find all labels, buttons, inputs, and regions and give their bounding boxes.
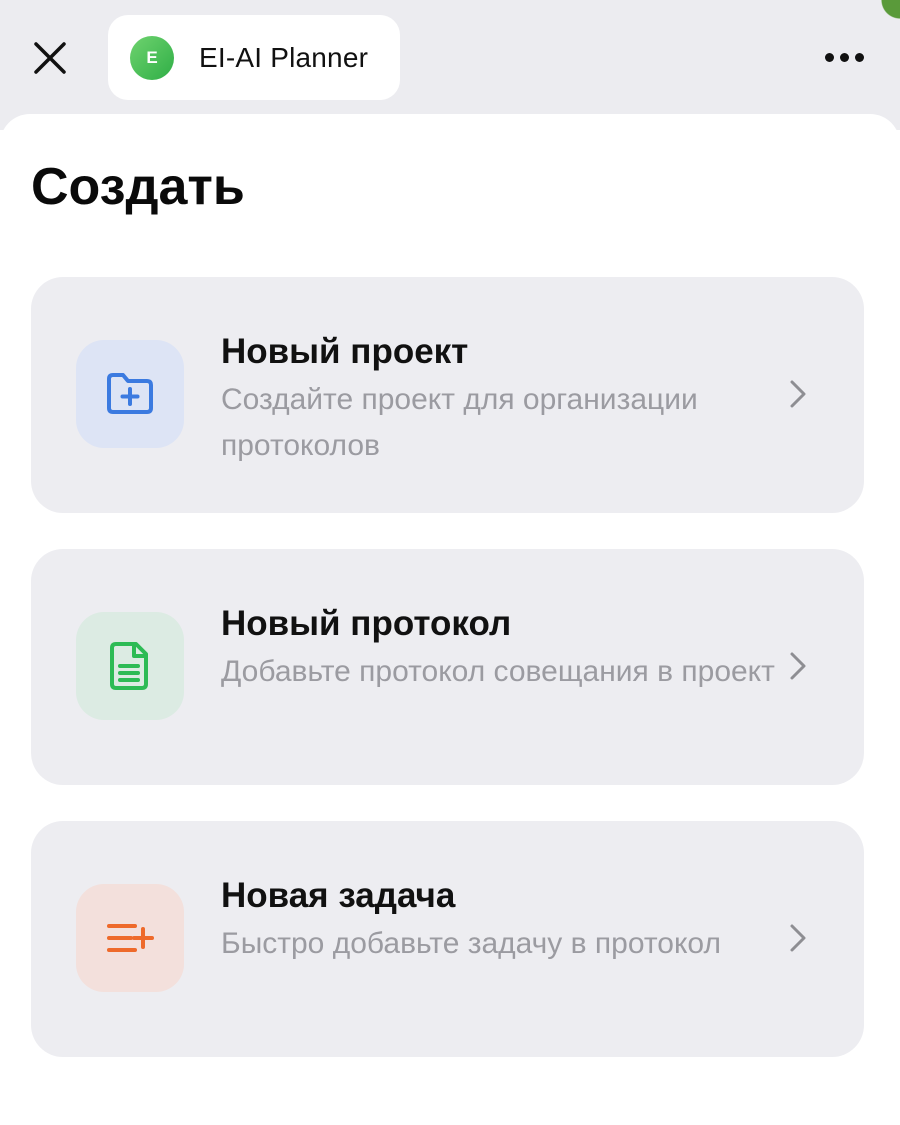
top-bar: E EI-AI Planner — [0, 0, 900, 130]
card-icon-container — [76, 612, 184, 720]
app-title-pill[interactable]: E EI-AI Planner — [108, 15, 400, 100]
new-protocol-card[interactable]: Новый протокол Добавьте протокол совещан… — [31, 549, 864, 785]
card-title: Новый протокол — [221, 604, 512, 643]
app-name: EI-AI Planner — [199, 41, 369, 73]
app-logo: E — [130, 35, 174, 80]
list-plus-icon — [107, 924, 154, 952]
more-dot — [839, 52, 849, 62]
close-button[interactable] — [22, 30, 78, 86]
card-description: Создайте проект для организации протокол… — [221, 383, 698, 462]
more-dot — [854, 52, 864, 62]
close-icon — [34, 42, 66, 74]
chevron-right-icon — [783, 923, 813, 953]
card-icon-container — [76, 884, 184, 992]
new-project-card[interactable]: Новый проект Создайте проект для организ… — [31, 277, 864, 513]
card-description: Добавьте протокол совещания в проект — [221, 655, 775, 688]
document-icon — [110, 642, 148, 690]
chevron-right-icon — [783, 379, 813, 409]
card-description: Быстро добавьте задачу в протокол — [221, 927, 721, 960]
page-title: Создать — [31, 158, 245, 216]
folder-plus-icon — [107, 373, 153, 414]
card-title: Новый проект — [221, 332, 469, 371]
more-button[interactable] — [812, 35, 876, 79]
corner-accent — [860, 0, 900, 30]
new-task-card[interactable]: Новая задача Быстро добавьте задачу в пр… — [31, 821, 864, 1057]
chevron-right-icon — [783, 651, 813, 681]
card-title: Новая задача — [221, 876, 456, 915]
more-horizontal-icon — [824, 52, 834, 62]
card-icon-container — [76, 340, 184, 448]
